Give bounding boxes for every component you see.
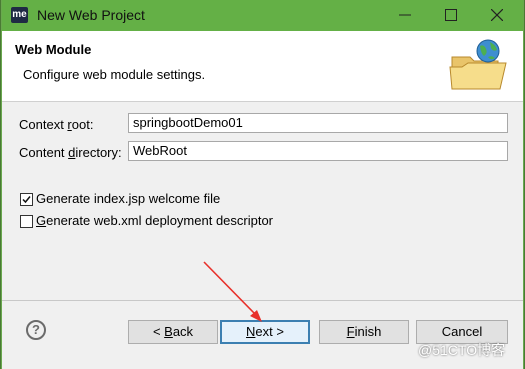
watermark: @51CTO博客 <box>418 342 506 358</box>
annotation-arrow <box>203 261 262 322</box>
